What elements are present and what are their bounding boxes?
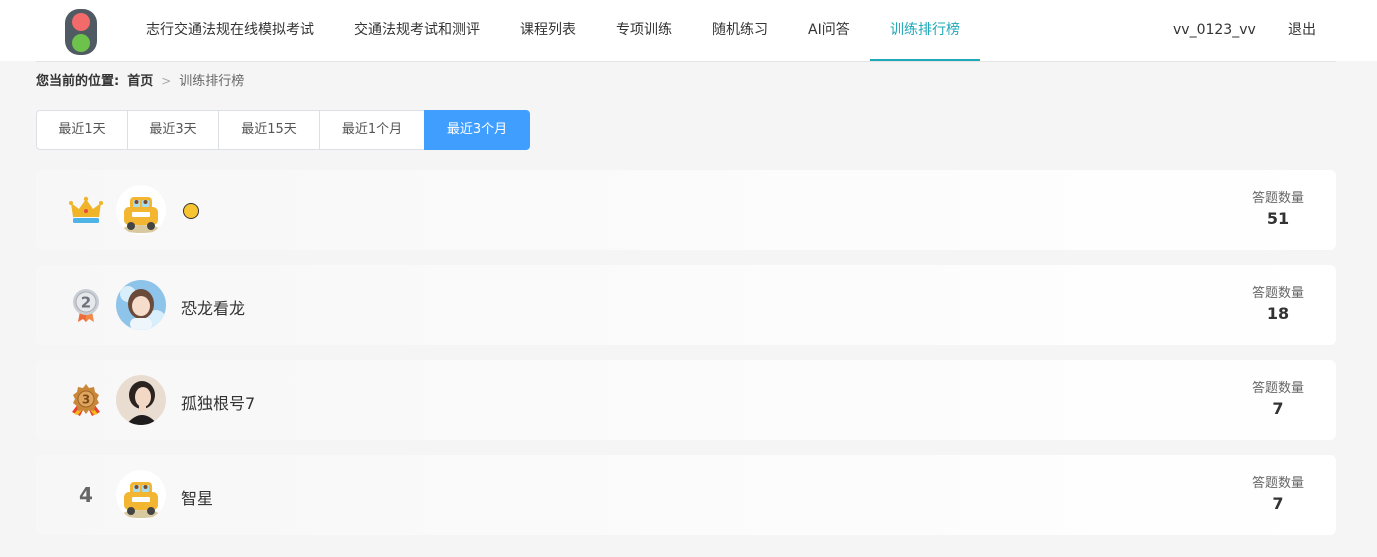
logout-link[interactable]: 退出 — [1288, 0, 1316, 61]
top-navbar: 志行交通法规在线模拟考试 交通法规考试和测评 课程列表 专项训练 随机练习 AI… — [0, 0, 1377, 61]
chevron-right-icon: > — [161, 74, 172, 88]
answer-count-label: 答题数量 — [1251, 476, 1304, 491]
tab-3-days[interactable]: 最近3天 — [127, 110, 219, 150]
username-link[interactable]: vv_0123_vv — [1173, 0, 1256, 61]
taxi-avatar — [116, 185, 166, 235]
answer-count-label: 答题数量 — [1251, 286, 1304, 301]
answer-count-value: 7 — [1272, 399, 1284, 418]
breadcrumb-label: 您当前的位置: — [36, 74, 120, 89]
svg-text:2: 2 — [81, 294, 91, 312]
nav-special-training[interactable]: 专项训练 — [616, 0, 672, 61]
breadcrumb-current: 训练排行榜 — [179, 74, 245, 89]
nav-course-list[interactable]: 课程列表 — [520, 0, 576, 61]
answer-count-label: 答题数量 — [1251, 191, 1304, 206]
ranking-row[interactable]: 2 恐龙看龙 答题数量 18 — [36, 265, 1336, 345]
time-range-tabs: 最近1天 最近3天 最近15天 最近1个月 最近3个月 — [36, 110, 530, 150]
green-light — [72, 34, 90, 52]
ranking-row[interactable]: 4 智星 答题数量 7 — [36, 455, 1336, 535]
crown-icon — [69, 196, 103, 223]
silver-medal-icon: 2 — [73, 289, 99, 322]
nav-home[interactable]: 志行交通法规在线模拟考试 — [146, 0, 314, 61]
answer-count-value: 18 — [1266, 304, 1290, 323]
tab-15-days[interactable]: 最近15天 — [218, 110, 320, 150]
breadcrumb: 您当前的位置: 首页 > 训练排行榜 — [36, 72, 244, 90]
breadcrumb-home-link[interactable]: 首页 — [127, 74, 153, 89]
bronze-medal-icon: 3 — [72, 384, 100, 416]
answer-count-label: 答题数量 — [1251, 381, 1304, 396]
user-name: 恐龙看龙 — [181, 299, 246, 318]
ranking-row[interactable]: 3 孤独根号7 答题数量 7 — [36, 360, 1336, 440]
ranking-row[interactable]: 答题数量 51 — [36, 170, 1336, 250]
answer-count: 答题数量 7 — [1252, 380, 1304, 420]
svg-text:3: 3 — [82, 393, 90, 407]
traffic-light-logo-icon[interactable] — [65, 9, 97, 55]
answer-count: 答题数量 18 — [1252, 285, 1304, 325]
emoji-icon — [183, 203, 199, 219]
answer-count: 答题数量 51 — [1252, 190, 1304, 230]
answer-count: 答题数量 7 — [1252, 475, 1304, 515]
answer-count-value: 51 — [1266, 209, 1290, 228]
girl-avatar — [116, 280, 166, 330]
rank-number: 4 — [79, 483, 93, 507]
woman-avatar — [116, 375, 166, 425]
nav-leaderboard[interactable]: 训练排行榜 — [890, 0, 960, 61]
nav-exam[interactable]: 交通法规考试和测评 — [354, 0, 480, 61]
taxi-avatar — [116, 470, 166, 520]
answer-count-value: 7 — [1272, 494, 1284, 513]
tab-3-months[interactable]: 最近3个月 — [424, 110, 530, 150]
nav-ai-qa[interactable]: AI问答 — [808, 0, 850, 61]
user-name: 智星 — [181, 489, 214, 508]
header-divider — [36, 61, 1336, 62]
tab-1-day[interactable]: 最近1天 — [36, 110, 128, 150]
user-name: 孤独根号7 — [181, 394, 256, 413]
nav-random-practice[interactable]: 随机练习 — [712, 0, 768, 61]
red-light — [72, 13, 90, 31]
tab-1-month[interactable]: 最近1个月 — [319, 110, 425, 150]
